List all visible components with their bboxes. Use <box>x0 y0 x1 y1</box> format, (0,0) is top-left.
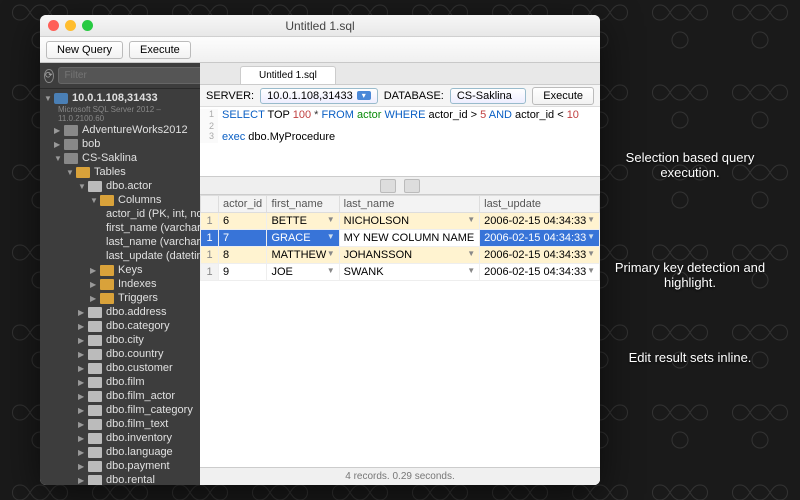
database-label: DATABASE: <box>384 90 444 102</box>
database-select[interactable]: CS-Saklina <box>450 88 526 104</box>
results-toolbar <box>200 177 600 195</box>
table-node[interactable]: ▶dbo.payment <box>40 459 200 473</box>
tabs: Untitled 1.sql <box>200 63 600 85</box>
titlebar: Untitled 1.sql <box>40 15 600 37</box>
columns-folder[interactable]: ▼Columns <box>40 193 200 207</box>
server-node[interactable]: ▼10.0.1.108,31433 <box>40 91 200 105</box>
table-row[interactable]: 19JOE▼SWANK▼2006-02-15 04:34:33▼ <box>201 264 600 281</box>
filter-input[interactable] <box>58 67 204 84</box>
new-query-button[interactable]: New Query <box>46 41 123 59</box>
tables-folder[interactable]: ▼Tables <box>40 165 200 179</box>
keys-folder[interactable]: ▶Keys <box>40 263 200 277</box>
table-node[interactable]: ▶dbo.customer <box>40 361 200 375</box>
table-node[interactable]: ▶dbo.country <box>40 347 200 361</box>
callout: Edit result sets inline. <box>610 350 770 365</box>
table-node[interactable]: ▶dbo.inventory <box>40 431 200 445</box>
col-header[interactable]: last_name <box>339 196 480 213</box>
db-node[interactable]: ▶AdventureWorks2012 <box>40 123 200 137</box>
results-grid[interactable]: actor_id first_name last_name last_updat… <box>200 195 600 467</box>
table-node[interactable]: ▶dbo.language <box>40 445 200 459</box>
table-node[interactable]: ▶dbo.city <box>40 333 200 347</box>
server-subtitle: Microsoft SQL Server 2012 – 11.0.2100.60 <box>40 105 200 123</box>
column-item[interactable]: last_name (varchar(4... <box>40 235 200 249</box>
table-node[interactable]: ▶dbo.film_actor <box>40 389 200 403</box>
window-title: Untitled 1.sql <box>40 19 600 33</box>
table-node[interactable]: ▶dbo.film <box>40 375 200 389</box>
tab-file[interactable]: Untitled 1.sql <box>240 66 336 84</box>
table-node[interactable]: ▶dbo.rental <box>40 473 200 485</box>
col-header[interactable]: actor_id <box>219 196 267 213</box>
app-window: Untitled 1.sql New Query Execute ⟳ ▼10.0… <box>40 15 600 485</box>
refresh-icon[interactable]: ⟳ <box>44 69 54 83</box>
table-row[interactable]: 18MATTHEW▼JOHANSSON▼2006-02-15 04:34:33▼ <box>201 247 600 264</box>
connection-bar: SERVER: 10.0.1.108,31433▾ DATABASE: CS-S… <box>200 85 600 107</box>
indexes-folder[interactable]: ▶Indexes <box>40 277 200 291</box>
object-tree[interactable]: ▼10.0.1.108,31433 Microsoft SQL Server 2… <box>40 89 200 485</box>
triggers-folder[interactable]: ▶Triggers <box>40 291 200 305</box>
table-node[interactable]: ▼dbo.actor <box>40 179 200 193</box>
column-item[interactable]: actor_id (PK, int, not... <box>40 207 200 221</box>
column-item[interactable]: first_name (varchar(4... <box>40 221 200 235</box>
server-select[interactable]: 10.0.1.108,31433▾ <box>260 88 378 104</box>
sidebar: ⟳ ▼10.0.1.108,31433 Microsoft SQL Server… <box>40 63 200 485</box>
sql-editor[interactable]: 1SELECT TOP 100 * FROM actor WHERE actor… <box>200 107 600 177</box>
text-view-icon[interactable] <box>404 179 420 193</box>
table-node[interactable]: ▶dbo.film_category <box>40 403 200 417</box>
toolbar: New Query Execute <box>40 37 600 63</box>
table-node[interactable]: ▶dbo.address <box>40 305 200 319</box>
main-panel: Untitled 1.sql SERVER: 10.0.1.108,31433▾… <box>200 63 600 485</box>
col-header[interactable]: last_update <box>480 196 600 213</box>
table-row[interactable]: 16BETTE▼NICHOLSON▼2006-02-15 04:34:33▼ <box>201 213 600 230</box>
grid-view-icon[interactable] <box>380 179 396 193</box>
status-bar: 4 records. 0.29 seconds. <box>200 467 600 485</box>
execute-button[interactable]: Execute <box>129 41 191 59</box>
table-row[interactable]: 17GRACE▼MY NEW COLUMN NAME2006-02-15 04:… <box>201 230 600 247</box>
chevron-down-icon: ▾ <box>357 91 371 100</box>
callout: Selection based query execution. <box>610 150 770 180</box>
db-node[interactable]: ▼CS-Saklina <box>40 151 200 165</box>
callout: Primary key detection and highlight. <box>610 260 770 290</box>
server-label: SERVER: <box>206 90 254 102</box>
db-node[interactable]: ▶bob <box>40 137 200 151</box>
column-item[interactable]: last_update (datetim... <box>40 249 200 263</box>
execute-button[interactable]: Execute <box>532 87 594 105</box>
table-node[interactable]: ▶dbo.film_text <box>40 417 200 431</box>
col-header[interactable]: first_name <box>267 196 339 213</box>
table-node[interactable]: ▶dbo.category <box>40 319 200 333</box>
